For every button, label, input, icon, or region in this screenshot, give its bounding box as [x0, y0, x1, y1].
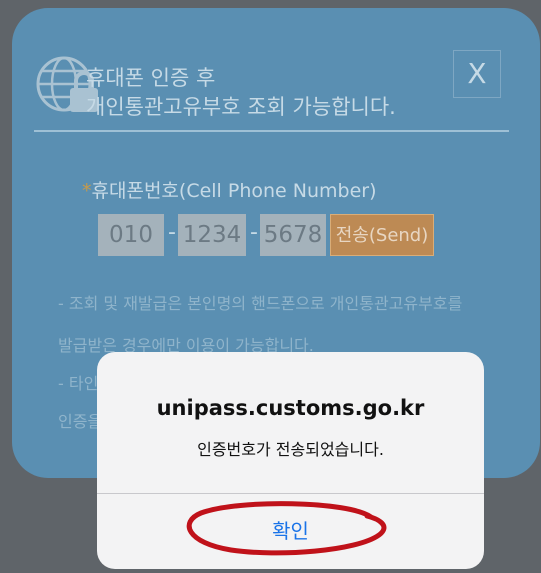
title-divider [34, 130, 509, 132]
notice-line-1: - 조회 및 재발급은 본인명의 핸드폰으로 개인통관고유부호를 [58, 294, 463, 313]
required-mark: * [82, 180, 92, 202]
phone-dash-1: - [168, 220, 176, 245]
phone-last-field[interactable]: 5678 [260, 214, 326, 256]
close-button[interactable]: X [453, 50, 501, 98]
alert-dialog: unipass.customs.go.kr 인증번호가 전송되었습니다. 확인 [97, 352, 484, 569]
dialog-title: unipass.customs.go.kr [156, 396, 425, 420]
notice-line-3: - 타인 [58, 374, 99, 393]
notice-line-4: 인증을 [58, 412, 103, 431]
phone-number-label: *휴대폰번호(Cell Phone Number) [82, 176, 377, 203]
dialog-message: 인증번호가 전송되었습니다. [197, 440, 384, 459]
phone-middle-field[interactable]: 1234 [178, 214, 246, 256]
send-button[interactable]: 전송(Send) [330, 214, 434, 256]
phone-prefix-field[interactable]: 010 [98, 214, 164, 256]
phone-label-text: 휴대폰번호(Cell Phone Number) [91, 180, 377, 202]
annotation-circle [186, 501, 387, 556]
phone-dash-2: - [250, 220, 258, 245]
panel-title: 휴대폰 인증 후 개인통관고유부호 조회 가능합니다. [86, 66, 396, 119]
